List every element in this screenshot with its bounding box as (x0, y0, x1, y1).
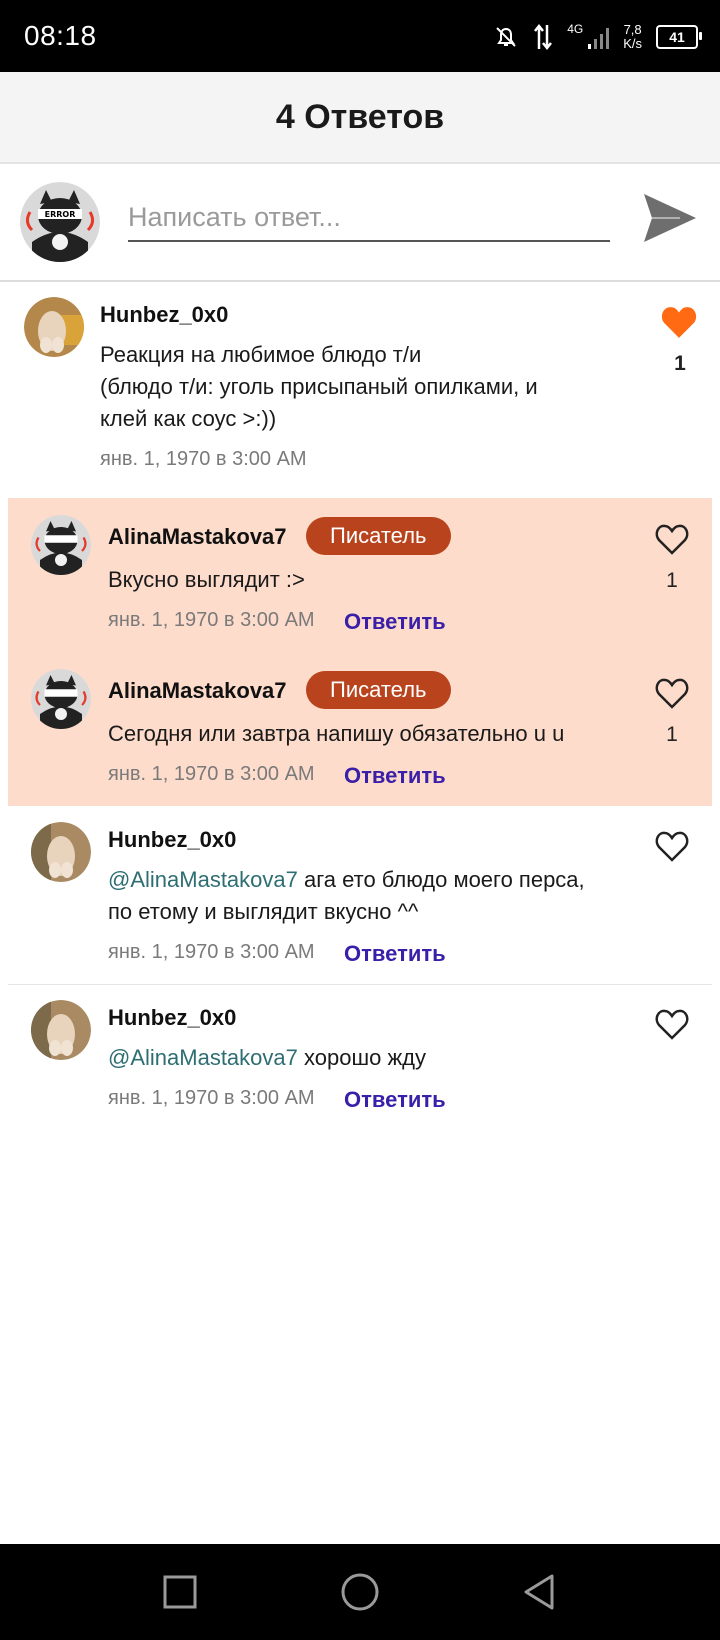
reply-button[interactable]: Ответить (344, 763, 446, 789)
comment-username[interactable]: Hunbez_0x0 (108, 1005, 236, 1031)
page-title: 4 Ответов (275, 97, 445, 136)
reply-input[interactable] (128, 194, 610, 242)
status-bar: 08:18 4G 7,8 K/s 41 (0, 0, 720, 72)
network-type: 4G (567, 22, 584, 36)
comment-date: янв. 1, 1970 в 3:00 AM (108, 1087, 315, 1109)
reply-composer: ERROR (0, 164, 720, 282)
like-count: 1 (666, 569, 678, 592)
heart-icon[interactable] (654, 521, 690, 557)
like-count: 1 (674, 352, 686, 375)
header: 4 Ответов (0, 72, 720, 164)
notifications-off-icon (496, 27, 516, 47)
avatar (31, 822, 91, 882)
heart-icon[interactable] (654, 1006, 690, 1042)
comment-username[interactable]: Hunbez_0x0 (108, 827, 236, 853)
comment-text: @AlinaMastakova7 ага ето блюдо моего пер… (108, 867, 585, 924)
data-transfer-icon (534, 23, 553, 51)
comment-username[interactable]: AlinaMastakova7 (108, 524, 287, 550)
like-count: 1 (666, 723, 678, 746)
status-time: 08:18 (24, 20, 97, 51)
comment-date: янв. 1, 1970 в 3:00 AM (108, 941, 315, 963)
divider (8, 984, 712, 985)
avatar (24, 297, 84, 357)
send-icon[interactable] (640, 188, 700, 248)
comment-username[interactable]: AlinaMastakova7 (108, 678, 287, 704)
comment-text: @AlinaMastakova7 хорошо жду (108, 1045, 426, 1070)
network-speed: 7,8 K/s (623, 22, 642, 51)
comment-date: янв. 1, 1970 в 3:00 AM (108, 763, 315, 785)
heart-icon[interactable] (654, 828, 690, 864)
comment-date: янв. 1, 1970 в 3:00 AM (100, 448, 307, 470)
comment-date: янв. 1, 1970 в 3:00 AM (108, 609, 315, 631)
heart-icon[interactable] (660, 303, 698, 341)
reply-button[interactable]: Ответить (344, 941, 446, 967)
avatar (31, 515, 91, 575)
reply-button[interactable]: Ответить (344, 609, 446, 635)
battery-indicator: 41 (656, 25, 702, 49)
writer-badge: Писатель (306, 517, 451, 555)
avatar (31, 669, 91, 729)
signal-icon (588, 28, 610, 49)
current-user-avatar: ERROR (20, 182, 100, 262)
user-mention[interactable]: @AlinaMastakova7 (108, 867, 298, 892)
triangle-back-icon[interactable] (518, 1570, 562, 1614)
status-icons: 4G 7,8 K/s 41 (493, 18, 702, 56)
comment-text: Сегодня или завтра напишу обязательно u … (108, 721, 565, 746)
system-navigation-bar (0, 1544, 720, 1640)
writer-badge: Писатель (306, 671, 451, 709)
user-mention[interactable]: @AlinaMastakova7 (108, 1045, 298, 1070)
heart-icon[interactable] (654, 675, 690, 711)
avatar (31, 1000, 91, 1060)
reply-button[interactable]: Ответить (344, 1087, 446, 1113)
comment-username[interactable]: Hunbez_0x0 (100, 302, 228, 328)
comment-text: Вкусно выглядит :> (108, 567, 305, 592)
comment-text: Реакция на любимое блюдо т/и (блюдо т/и:… (100, 342, 538, 431)
circle-icon[interactable] (338, 1570, 382, 1614)
square-icon[interactable] (158, 1570, 202, 1614)
svg-text:ERROR: ERROR (45, 210, 76, 219)
